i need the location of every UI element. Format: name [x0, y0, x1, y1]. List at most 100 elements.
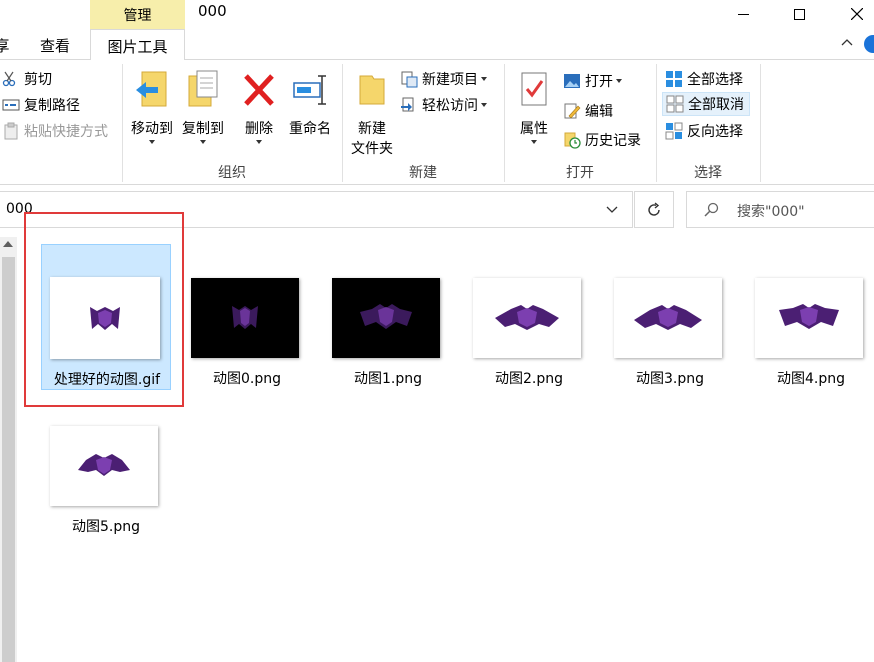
file-item-png[interactable]: 动图4.png [746, 244, 874, 390]
tab-picture-tools[interactable]: 图片工具 [90, 29, 185, 60]
new-item-icon [401, 71, 418, 88]
new-item-label: 新建项目 [422, 72, 478, 88]
copy-to-icon [188, 70, 218, 107]
properties-dropdown-icon [531, 140, 537, 144]
scroll-up-arrow-icon[interactable] [3, 241, 13, 247]
new-group-label: 新建 [409, 165, 437, 181]
maximize-button[interactable] [776, 0, 822, 28]
properties-button[interactable]: 属性 [510, 66, 558, 144]
select-group-label: 选择 [694, 165, 722, 181]
properties-label: 属性 [520, 121, 548, 137]
copy-to-label: 复制到 [182, 121, 224, 137]
help-icon[interactable] [864, 35, 874, 53]
open-dropdown-icon [616, 79, 622, 83]
refresh-button[interactable] [634, 191, 674, 228]
file-name: 动图4.png [776, 371, 845, 387]
copy-to-button[interactable]: 复制到 [178, 66, 228, 144]
file-name: 动图5.png [71, 519, 140, 535]
copy-path-label: 复制路径 [24, 98, 80, 114]
open-group-label: 打开 [566, 165, 594, 181]
file-explorer-window: 管理 000 享 查看 图片工具 剪切 复制路径 粘贴快捷方式 移动到 复制到 … [0, 0, 874, 662]
file-thumbnail [614, 278, 722, 358]
delete-button[interactable]: 删除 [236, 66, 282, 144]
minimize-icon [737, 13, 749, 15]
file-thumbnail [473, 278, 581, 358]
rename-button[interactable]: 重命名 [284, 66, 336, 138]
bat-icon [779, 304, 839, 329]
navigation-scrollbar[interactable] [0, 237, 17, 662]
file-thumbnail [50, 426, 158, 506]
select-all-button[interactable]: 全部选择 [665, 67, 743, 91]
history-icon [564, 132, 581, 149]
search-icon [704, 202, 719, 217]
close-icon [851, 8, 863, 20]
scrollbar-thumb[interactable] [2, 257, 15, 662]
history-button[interactable]: 历史记录 [563, 128, 641, 152]
file-name: 动图1.png [353, 371, 422, 387]
picture-tools-context-group: 管理 [90, 0, 185, 30]
file-item-png[interactable]: 动图1.png [323, 244, 453, 390]
delete-dropdown-icon [256, 140, 262, 144]
easy-access-dropdown-icon [481, 103, 487, 107]
file-name: 动图2.png [494, 371, 563, 387]
search-placeholder: 搜索"000" [737, 204, 805, 220]
history-label: 历史记录 [585, 133, 641, 149]
edit-button[interactable]: 编辑 [563, 99, 613, 123]
new-folder-label-line2: 文件夹 [351, 141, 393, 157]
scissors-icon [2, 71, 16, 87]
select-none-icon [666, 95, 684, 113]
close-button[interactable] [834, 0, 874, 28]
file-item-png[interactable]: 动图3.png [605, 244, 735, 390]
rename-label: 重命名 [289, 121, 331, 137]
move-to-button[interactable]: 移动到 [127, 66, 177, 144]
easy-access-button[interactable]: 轻松访问 [400, 93, 487, 117]
tab-view[interactable]: 查看 [26, 29, 84, 59]
context-group-label: 管理 [123, 8, 152, 24]
new-folder-icon [359, 75, 385, 105]
select-all-icon [666, 71, 682, 87]
edit-label: 编辑 [585, 104, 613, 120]
move-to-label: 移动到 [131, 121, 173, 137]
file-item-png[interactable]: 动图2.png [464, 244, 594, 390]
open-label: 打开 [585, 74, 613, 90]
bat-icon [634, 305, 702, 330]
maximize-icon [793, 8, 805, 20]
collapse-ribbon-icon[interactable] [840, 36, 854, 50]
select-none-button[interactable]: 全部取消 [662, 92, 750, 116]
ribbon-separator [760, 64, 761, 182]
chevron-down-icon[interactable] [605, 202, 619, 216]
paste-shortcut-button[interactable]: 粘贴快捷方式 [2, 119, 108, 143]
file-item-png[interactable]: 动图0.png [182, 244, 312, 390]
bat-icon [495, 305, 559, 330]
easy-access-icon [401, 97, 414, 112]
file-thumbnail [332, 278, 440, 358]
open-button[interactable]: 打开 [563, 69, 622, 93]
invert-selection-button[interactable]: 反向选择 [665, 119, 743, 143]
refresh-icon [648, 201, 660, 216]
delete-icon [244, 74, 274, 106]
bat-icon [232, 306, 258, 329]
new-folder-label-line1: 新建 [358, 121, 386, 137]
organize-group-label: 组织 [218, 165, 246, 181]
new-folder-button[interactable]: 新建 文件夹 [346, 66, 398, 158]
cut-label: 剪切 [24, 72, 52, 88]
delete-label: 删除 [245, 121, 273, 137]
copy-path-icon [2, 99, 20, 111]
new-item-button[interactable]: 新建项目 [400, 67, 487, 91]
cut-button[interactable]: 剪切 [2, 67, 52, 91]
minimize-button[interactable] [720, 0, 766, 28]
file-name: 动图0.png [212, 371, 281, 387]
tab-share[interactable]: 享 [0, 29, 12, 59]
file-thumbnail [755, 278, 863, 358]
file-thumbnail [191, 278, 299, 358]
file-item-png[interactable]: 动图5.png [41, 392, 171, 538]
new-item-dropdown-icon [481, 77, 487, 81]
edit-pencil-icon [564, 103, 581, 119]
copy-path-button[interactable]: 复制路径 [2, 93, 80, 117]
search-box[interactable]: 搜索"000" [686, 191, 874, 228]
easy-access-label: 轻松访问 [422, 98, 478, 114]
bat-icon [78, 454, 130, 476]
invert-selection-icon [665, 122, 683, 140]
ribbon: 剪切 复制路径 粘贴快捷方式 移动到 复制到 删除 重命名 组织 新建 文件夹 … [0, 59, 874, 185]
copy-to-dropdown-icon [200, 140, 206, 144]
